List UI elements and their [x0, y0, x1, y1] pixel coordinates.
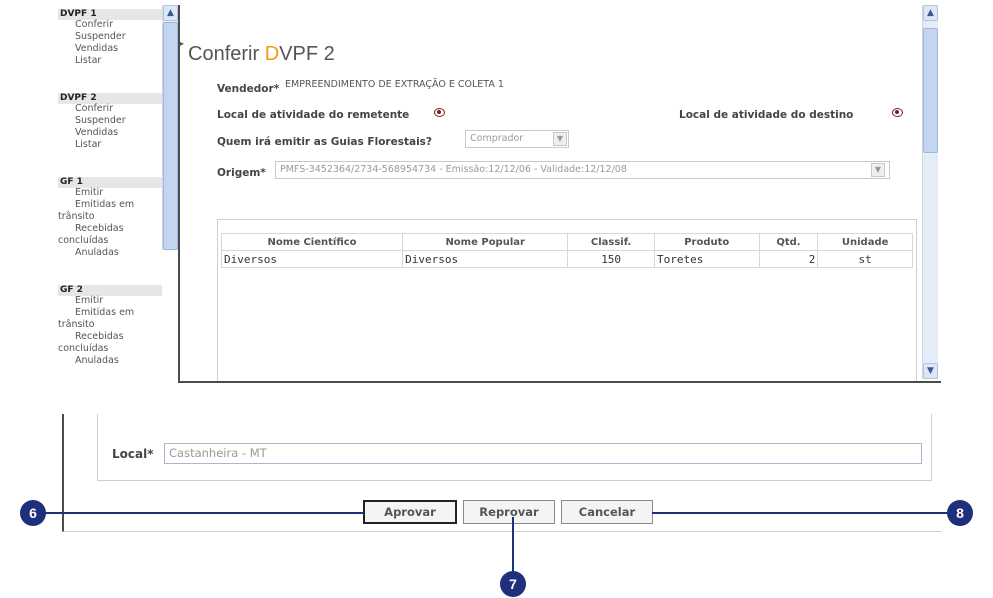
chevron-down-icon[interactable]: ▼	[923, 363, 938, 379]
table-row[interactable]: Diversos Diversos 150 Toretes 2 st	[220, 250, 913, 268]
sidebar-item-gf2-recebidas-cont[interactable]: concluídas	[58, 343, 108, 355]
local-destino-label: Local de atividade do destino	[679, 109, 854, 121]
sidebar-item-dvpf2-conferir[interactable]: Conferir	[75, 103, 113, 115]
sidebar-menu: DVPF 1 Conferir Suspender Vendidas Lista…	[58, 5, 162, 383]
vendedor-value: EMPREENDIMENTO DE EXTRAÇÃO E COLETA 1	[285, 79, 504, 90]
sidebar-item-gf2-anuladas[interactable]: Anuladas	[75, 355, 119, 367]
sidebar-item-dvpf2-vendidas[interactable]: Vendidas	[75, 127, 118, 139]
main-scroll-thumb[interactable]	[923, 28, 938, 153]
col-classif: Classif.	[567, 233, 655, 251]
main-scrollbar[interactable]: ▲ ▼	[922, 5, 938, 379]
callout-line-cancel	[652, 512, 947, 514]
sidebar-scrollbar[interactable]: ▲	[162, 5, 178, 250]
reject-button[interactable]: Reprovar	[463, 500, 555, 524]
sidebar-item-dvpf1-conferir[interactable]: Conferir	[75, 19, 113, 31]
table-header-row: Nome Científico Nome Popular Classif. Pr…	[220, 233, 913, 251]
sidebar-item-gf1-anuladas[interactable]: Anuladas	[75, 247, 119, 259]
callout-badge-cancel: 8	[947, 500, 973, 526]
callout-badge-approve: 6	[20, 500, 46, 526]
view-eye-icon[interactable]	[434, 108, 445, 117]
sidebar-item-dvpf2-listar[interactable]: Listar	[75, 139, 101, 151]
col-nome-popular: Nome Popular	[402, 233, 569, 251]
sidebar-item-gf2-emitidas[interactable]: Emitidas em	[75, 307, 134, 319]
sidebar-item-gf2-recebidas[interactable]: Recebidas	[75, 331, 124, 343]
callout-line-reject	[512, 517, 514, 573]
cell-nome-popular: Diversos	[402, 250, 569, 268]
view-eye-icon[interactable]	[892, 108, 903, 117]
sidebar-section-gf1: GF 1	[58, 177, 162, 188]
cell-classif: 150	[567, 250, 655, 268]
sidebar-item-gf1-emitir[interactable]: Emitir	[75, 187, 103, 199]
sidebar-item-dvpf1-listar[interactable]: Listar	[75, 55, 101, 67]
col-produto: Produto	[653, 233, 760, 251]
sidebar-item-gf1-emitidas[interactable]: Emitidas em	[75, 199, 134, 211]
guias-select[interactable]: Comprador ▼	[465, 130, 569, 148]
local-remetente-label: Local de atividade do remetente	[217, 109, 410, 121]
col-unidade: Unidade	[817, 233, 913, 251]
caret-right-icon: ▸	[180, 39, 185, 48]
local-input[interactable]: Castanheira - MT	[164, 443, 922, 464]
page-title: Conferir DVPF 2	[188, 43, 335, 65]
guias-label: Quem irá emitir as Guias Florestais?	[217, 136, 433, 148]
sidebar-item-gf1-recebidas-cont[interactable]: concluídas	[58, 235, 108, 247]
callout-line-approve	[34, 512, 364, 514]
main-panel: ▸ Conferir DVPF 2 Vendedor* EMPREENDIMEN…	[178, 5, 941, 383]
sidebar-item-gf2-emitir[interactable]: Emitir	[75, 295, 103, 307]
cell-nome-cientifico: Diversos	[220, 250, 404, 268]
sidebar-item-dvpf1-suspender[interactable]: Suspender	[75, 31, 126, 43]
sidebar-section-gf2: GF 2	[58, 285, 162, 296]
cell-unidade: st	[817, 250, 913, 268]
cancel-button[interactable]: Cancelar	[561, 500, 653, 524]
chevron-up-icon[interactable]: ▲	[923, 5, 938, 21]
sidebar-item-gf1-emitidas-cont[interactable]: trânsito	[58, 211, 95, 223]
cell-qtd: 2	[758, 250, 819, 268]
chevron-up-icon[interactable]: ▲	[163, 5, 178, 21]
chevron-down-icon[interactable]: ▼	[871, 163, 885, 177]
sidebar-item-dvpf2-suspender[interactable]: Suspender	[75, 115, 126, 127]
sidebar-item-gf2-emitidas-cont[interactable]: trânsito	[58, 319, 95, 331]
vendedor-label: Vendedor*	[217, 83, 280, 95]
sidebar-item-gf1-recebidas[interactable]: Recebidas	[75, 223, 124, 235]
cell-produto: Toretes	[653, 250, 760, 268]
col-qtd: Qtd.	[758, 233, 819, 251]
origem-label: Origem*	[217, 167, 266, 179]
local-label: Local*	[112, 447, 154, 461]
sidebar-item-dvpf1-vendidas[interactable]: Vendidas	[75, 43, 118, 55]
callout-badge-reject: 7	[500, 571, 526, 597]
chevron-down-icon[interactable]: ▼	[553, 132, 567, 146]
origem-select[interactable]: PMFS-3452364/2734-568954734 - Emissão:12…	[275, 161, 890, 179]
approve-button[interactable]: Aprovar	[363, 500, 457, 524]
products-table: Nome Científico Nome Popular Classif. Pr…	[220, 233, 913, 268]
col-nome-cientifico: Nome Científico	[220, 233, 404, 251]
sidebar-scroll-thumb[interactable]	[163, 22, 178, 250]
